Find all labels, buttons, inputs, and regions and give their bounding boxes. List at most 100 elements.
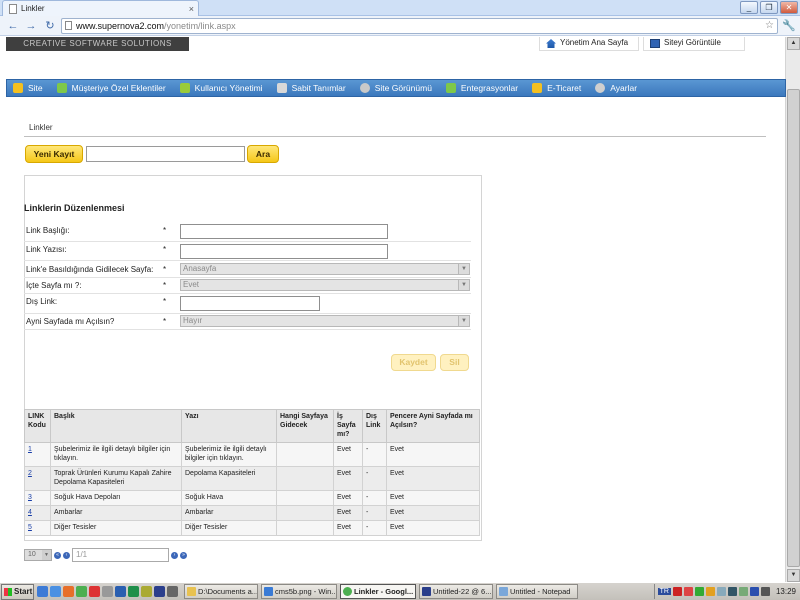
- internal-select[interactable]: Evet ▼: [180, 279, 470, 291]
- app-icon[interactable]: [167, 586, 178, 597]
- delete-button[interactable]: Sil: [440, 354, 469, 371]
- prev-page-icon[interactable]: ‹: [63, 551, 70, 559]
- tray-icon[interactable]: [683, 587, 693, 596]
- menu-item-ecommerce[interactable]: E-Ticaret: [526, 80, 589, 96]
- ie-icon[interactable]: [50, 586, 61, 597]
- external-link-field[interactable]: [180, 296, 320, 311]
- tray-icon[interactable]: [716, 587, 726, 596]
- app-icon[interactable]: [128, 586, 139, 597]
- task-explorer[interactable]: D:\Documents a...: [184, 584, 258, 599]
- target-page-select[interactable]: Anasayfa ▼: [180, 263, 470, 275]
- app-icon[interactable]: [141, 586, 152, 597]
- tray-icon[interactable]: [738, 587, 748, 596]
- minimize-button[interactable]: _: [740, 1, 758, 14]
- scroll-thumb[interactable]: [787, 89, 800, 567]
- cell-same-window: Evet: [386, 505, 480, 521]
- link-title-field[interactable]: [180, 224, 388, 239]
- menu-item-settings[interactable]: Ayarlar: [589, 80, 645, 96]
- cell-page: [276, 466, 334, 491]
- col-header-same-window[interactable]: Pencere Ayni Sayfada mı Açılsın?: [386, 409, 480, 443]
- view-site-label: Siteyi Görüntüle: [664, 38, 721, 47]
- link-text-field[interactable]: [180, 244, 388, 259]
- page-scrollbar[interactable]: ▲ ▼: [785, 37, 800, 582]
- required-mark: *: [163, 317, 167, 326]
- tray-icon[interactable]: [705, 587, 715, 596]
- admin-home-link[interactable]: Yönetim Ana Sayfa: [539, 37, 639, 51]
- tab-close-icon[interactable]: ×: [189, 4, 194, 14]
- wrench-icon[interactable]: 🔧: [782, 19, 796, 32]
- close-window-button[interactable]: ✕: [780, 1, 798, 14]
- col-header-internal[interactable]: İş Sayfa mı?: [333, 409, 363, 443]
- start-button[interactable]: Start: [1, 583, 34, 600]
- firefox-icon[interactable]: [63, 586, 74, 597]
- language-indicator[interactable]: TR: [657, 588, 671, 595]
- last-page-icon[interactable]: »: [180, 551, 187, 559]
- menu-item-label: Kullanıcı Yönetimi: [194, 83, 263, 93]
- search-input[interactable]: [86, 146, 245, 162]
- maximize-button[interactable]: ❐: [760, 1, 778, 14]
- task-image-viewer[interactable]: cms5b.png - Win...: [261, 584, 337, 599]
- cell-title: Şubelerimiz ile ilgili detaylı bilgiler …: [50, 442, 182, 467]
- back-arrow-icon[interactable]: ←: [6, 19, 20, 33]
- address-bar[interactable]: www.supernova2.com/yonetim/link.aspx ☆: [61, 18, 778, 34]
- menu-item-appearance[interactable]: Site Görünümü: [354, 80, 440, 96]
- reload-icon[interactable]: ↻: [43, 19, 57, 33]
- main-menu: Site Müşteriye Özel Eklentiler Kullanıcı…: [6, 79, 786, 97]
- bookmark-star-icon[interactable]: ☆: [765, 19, 774, 33]
- col-header-page[interactable]: Hangi Sayfaya Gidecek: [276, 409, 334, 443]
- menu-item-site[interactable]: Site: [7, 80, 51, 96]
- first-page-icon[interactable]: «: [54, 551, 61, 559]
- scroll-down-arrow-icon[interactable]: ▼: [787, 569, 800, 582]
- tray-icon[interactable]: [749, 587, 759, 596]
- gear-icon: [595, 83, 606, 93]
- page-size-select[interactable]: 10 ▼: [24, 549, 52, 561]
- menu-item-definitions[interactable]: Sabit Tanımlar: [271, 80, 354, 96]
- required-mark: *: [163, 281, 167, 290]
- menu-item-custom-plugins[interactable]: Müşteriye Özel Eklentiler: [51, 80, 174, 96]
- table-row: 1 Şubelerimiz ile ilgili detaylı bilgile…: [24, 442, 480, 467]
- app-icon[interactable]: [102, 586, 113, 597]
- chevron-down-icon: ▼: [458, 316, 469, 326]
- tray-icon[interactable]: [727, 587, 737, 596]
- chrome-icon[interactable]: [76, 586, 87, 597]
- task-notepad[interactable]: Untitled - Notepad: [496, 584, 578, 599]
- col-header-text[interactable]: Yazı: [181, 409, 277, 443]
- task-photoshop[interactable]: Untitled-22 @ 6...: [419, 584, 493, 599]
- col-header-external[interactable]: Dış Link: [362, 409, 387, 443]
- photoshop-icon[interactable]: [154, 586, 165, 597]
- tray-icon[interactable]: [694, 587, 704, 596]
- menu-item-users[interactable]: Kullanıcı Yönetimi: [174, 80, 271, 96]
- save-button[interactable]: Kaydet: [391, 354, 436, 371]
- next-page-icon[interactable]: ›: [171, 551, 178, 559]
- cell-internal: Evet: [333, 466, 363, 491]
- col-header-title[interactable]: Başlık: [50, 409, 182, 443]
- cell-external: -: [362, 442, 387, 467]
- row-id-link[interactable]: 5: [28, 524, 32, 531]
- row-id-link[interactable]: 2: [28, 470, 32, 477]
- app-icon[interactable]: [115, 586, 126, 597]
- row-id-link[interactable]: 4: [28, 509, 32, 516]
- view-site-link[interactable]: Siteyi Görüntüle: [643, 37, 745, 51]
- search-button[interactable]: Ara: [247, 145, 279, 163]
- scroll-up-arrow-icon[interactable]: ▲: [787, 37, 800, 50]
- volume-icon[interactable]: [760, 587, 770, 596]
- menu-item-label: E-Ticaret: [547, 83, 582, 93]
- col-header-id[interactable]: LINK Kodu: [24, 409, 51, 443]
- form-row-target-page: Link'e Basıldığında Gidilecek Sayfa: * A…: [24, 262, 471, 278]
- menu-item-integrations[interactable]: Entegrasyonlar: [440, 80, 526, 96]
- new-record-button[interactable]: Yeni Kayıt: [25, 145, 83, 163]
- menu-item-label: Entegrasyonlar: [460, 83, 519, 93]
- task-browser[interactable]: Linkler - Googl...: [340, 584, 416, 599]
- required-mark: *: [163, 265, 167, 274]
- image-icon: [264, 587, 273, 596]
- opera-icon[interactable]: [89, 586, 100, 597]
- brand-banner: CREATIVE SOFTWARE SOLUTIONS: [6, 37, 189, 51]
- row-id-link[interactable]: 3: [28, 494, 32, 501]
- same-window-select[interactable]: Hayır ▼: [180, 315, 470, 327]
- cell-internal: Evet: [333, 520, 363, 536]
- desktop-icon[interactable]: [37, 586, 48, 597]
- tray-icon[interactable]: [672, 587, 682, 596]
- row-id-link[interactable]: 1: [28, 446, 32, 453]
- browser-tab[interactable]: Linkler ×: [2, 0, 199, 16]
- forward-arrow-icon[interactable]: →: [24, 19, 38, 33]
